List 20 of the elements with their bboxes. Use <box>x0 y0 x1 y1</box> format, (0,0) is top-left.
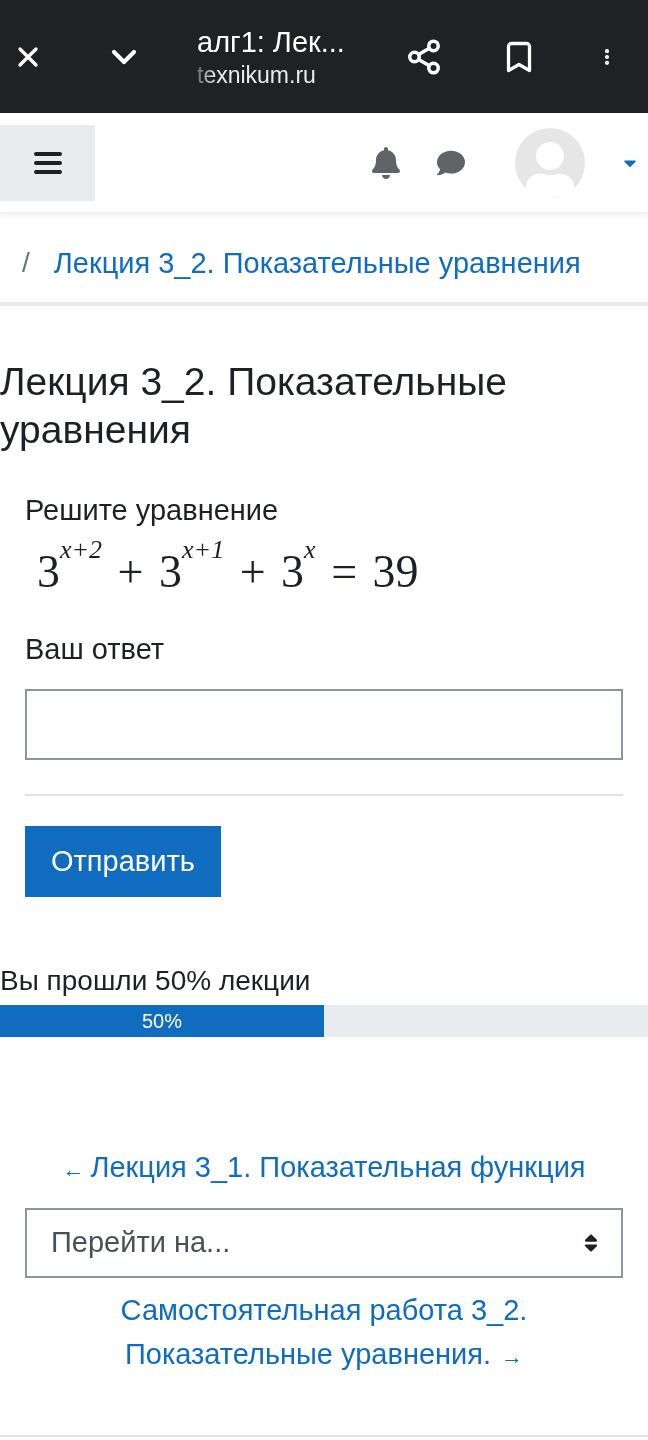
chat-icon[interactable] <box>435 148 467 177</box>
share-icon[interactable] <box>405 37 443 76</box>
page-heading: Лекция 3_2. Показательные уравнения <box>0 359 508 453</box>
question-text: Решите уравнение <box>25 494 280 526</box>
progress-label: Вы прошли 50% лекции <box>0 965 312 997</box>
previous-activity-link[interactable]: ← Лекция 3_1. Показательная функция <box>62 1149 586 1188</box>
menu-icon <box>33 151 62 174</box>
page-title: алг1: Лек... <box>197 24 346 59</box>
breadcrumb-link[interactable]: Лекция 3_2. Показательные уравнения <box>53 245 581 281</box>
progress-reading: 50% <box>142 1009 182 1033</box>
answer-label: Ваш ответ <box>25 633 166 665</box>
menu-button[interactable] <box>0 124 95 201</box>
page-url: texnikum.ru <box>197 60 317 89</box>
submit-button[interactable]: Отправить <box>25 826 221 897</box>
answer-field[interactable] <box>25 689 623 760</box>
notifications-icon[interactable] <box>371 146 401 179</box>
jump-to-select[interactable]: Перейти на... <box>25 1208 623 1278</box>
breadcrumb-separator: / <box>22 246 30 280</box>
sort-icon <box>583 1232 599 1254</box>
next-activity-link[interactable]: Самостоятельная работа 3_2. Показательные уравнения. → <box>44 1288 604 1379</box>
